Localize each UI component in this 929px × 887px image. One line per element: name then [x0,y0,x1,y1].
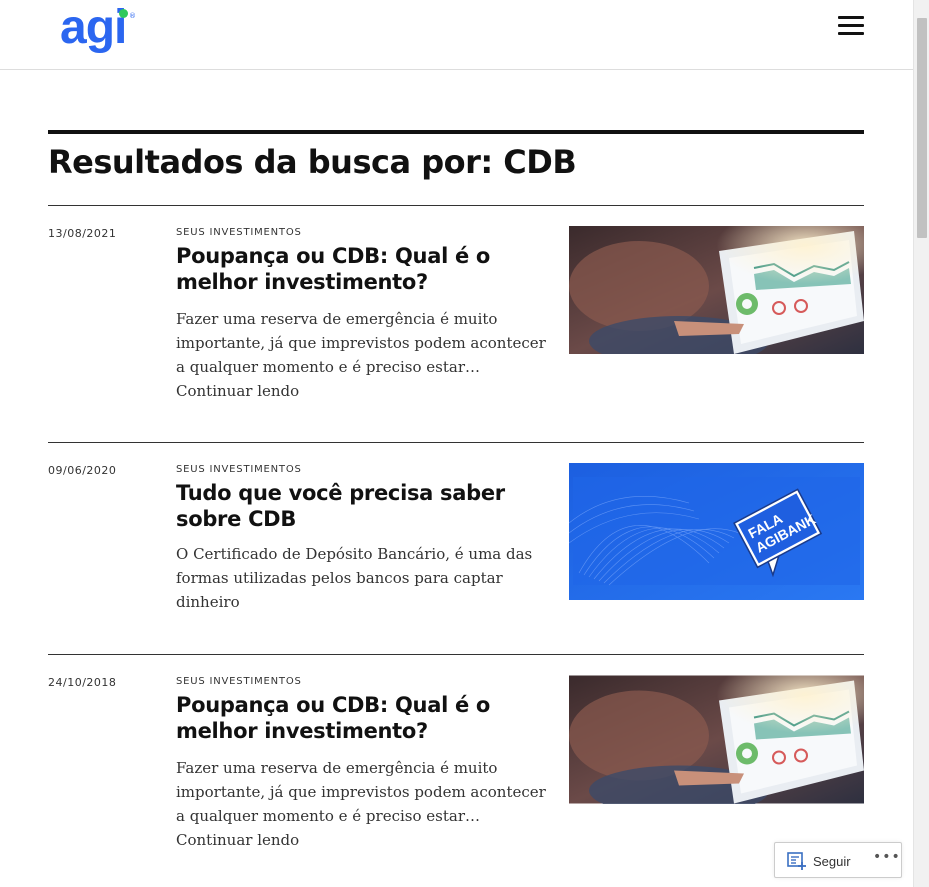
post-category-link[interactable]: SEUS INVESTIMENTOS [176,464,302,475]
post-thumbnail[interactable] [569,675,864,804]
hamburger-menu-icon[interactable] [838,15,864,37]
continue-reading-link[interactable]: Continuar lendo [176,382,299,400]
continue-reading-link[interactable]: Continuar lendo [176,831,299,849]
post-item: 09/06/2020 SEUS INVESTIMENTOS Tudo que v… [48,442,864,654]
post-item: 24/10/2018 SEUS INVESTIMENTOS Poupança o… [48,654,864,887]
post-excerpt: O Certificado de Depósito Bancário, é um… [176,542,556,614]
post-thumbnail[interactable] [569,226,864,354]
post-title-link[interactable]: Tudo que você precisa saber sobre CDB [176,480,556,532]
follow-widget: Seguir ••• [774,842,902,878]
reader-follow-icon [787,852,806,870]
fala-agibank-image: FALA AGIBANK [569,463,864,600]
page-title: Resultados da busca por: CDB [48,143,577,181]
site-logo[interactable]: agi [60,4,127,52]
follow-button[interactable]: Seguir [787,851,851,871]
post-divider [48,442,864,443]
site-header: agi ® [0,0,913,70]
post-excerpt: Fazer uma reserva de emergência é muito … [176,307,556,403]
page-scrollbar[interactable] [913,0,929,887]
title-rule [48,130,864,134]
post-excerpt: Fazer uma reserva de emergência é muito … [176,756,556,852]
follow-label: Seguir [813,853,851,869]
post-date: 13/08/2021 [48,227,117,240]
post-category-link[interactable]: SEUS INVESTIMENTOS [176,227,302,238]
post-divider [48,654,864,655]
post-title-link[interactable]: Poupança ou CDB: Qual é o melhor investi… [176,243,556,295]
logo-registered-mark: ® [129,12,136,20]
post-thumbnail[interactable]: FALA AGIBANK [569,463,864,600]
post-excerpt-text: O Certificado de Depósito Bancário, é um… [176,545,533,611]
post-category-link[interactable]: SEUS INVESTIMENTOS [176,676,302,687]
logo-dot [119,9,128,18]
post-excerpt-text: Fazer uma reserva de emergência é muito … [176,759,546,825]
post-title-link[interactable]: Poupança ou CDB: Qual é o melhor investi… [176,692,556,744]
post-excerpt-text: Fazer uma reserva de emergência é muito … [176,310,546,376]
post-date: 09/06/2020 [48,464,117,477]
more-options-icon[interactable]: ••• [873,849,901,865]
scrollbar-thumb[interactable] [917,18,927,238]
post-date: 24/10/2018 [48,676,117,689]
post-item: 13/08/2021 SEUS INVESTIMENTOS Poupança o… [48,205,864,442]
post-divider [48,205,864,206]
tablet-chart-image [569,226,864,354]
tablet-chart-image [569,675,864,804]
